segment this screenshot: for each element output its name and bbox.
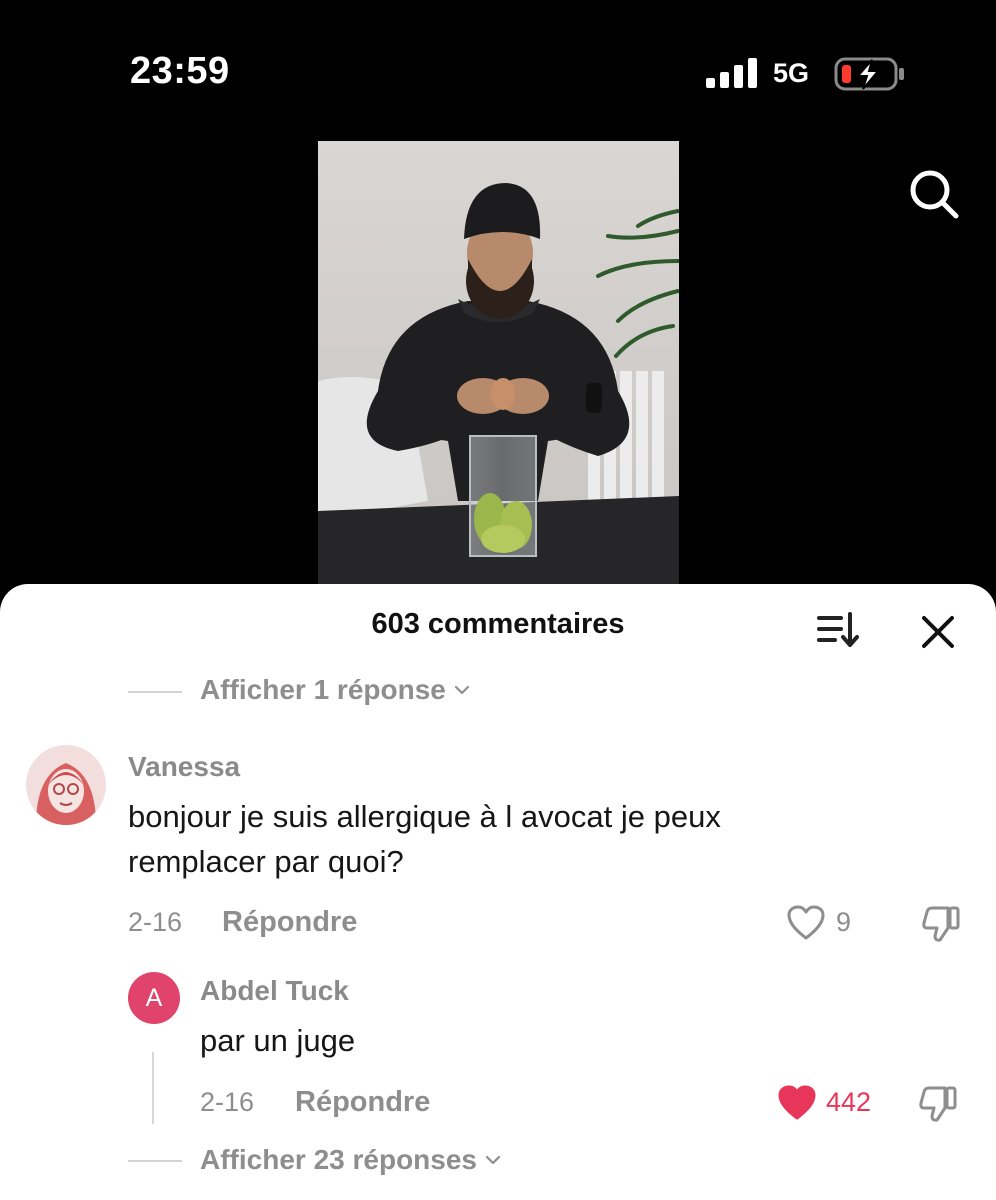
reply-text: par un juge: [200, 1023, 356, 1058]
comment-text-line: bonjour je suis allergique à l avocat je…: [128, 799, 721, 834]
reply-button[interactable]: Répondre: [295, 1086, 430, 1119]
close-icon[interactable]: [918, 612, 958, 652]
like-count: 9: [836, 907, 852, 937]
reply-date: 2-16: [200, 1087, 255, 1117]
heart-icon[interactable]: [786, 904, 826, 942]
network-label: 5G: [773, 58, 810, 88]
status-time: 23:59: [130, 50, 230, 92]
comment-text-line: remplacer par quoi?: [128, 844, 404, 879]
avatar[interactable]: A: [128, 972, 180, 1024]
reply-button[interactable]: Répondre: [222, 906, 357, 939]
replies-divider: [128, 1160, 182, 1162]
comment-date: 2-16: [128, 907, 183, 937]
sort-icon[interactable]: [815, 610, 861, 650]
heart-icon[interactable]: [777, 1084, 817, 1122]
show-replies-link[interactable]: Afficher 1 réponse: [200, 674, 472, 706]
search-icon[interactable]: [906, 166, 962, 222]
video-player[interactable]: [318, 141, 679, 584]
battery-charging-icon: [834, 57, 904, 91]
avatar[interactable]: [26, 745, 106, 825]
thread-line: [152, 1052, 154, 1124]
status-bar: 23:59 5G: [0, 0, 996, 140]
avatar-letter: A: [145, 983, 163, 1012]
comments-sheet: 603 commentaires Afficher 1 réponse Vane…: [0, 584, 996, 1200]
chevron-down-icon: [485, 1155, 501, 1165]
reply-username[interactable]: Abdel Tuck: [200, 975, 349, 1007]
dislike-icon[interactable]: [920, 904, 962, 944]
show-replies-label: Afficher 23 réponses: [200, 1144, 477, 1175]
like-count: 442: [826, 1087, 872, 1117]
comment-username[interactable]: Vanessa: [128, 751, 240, 783]
video-frame: [318, 141, 679, 584]
show-replies-link[interactable]: Afficher 23 réponses: [200, 1144, 503, 1176]
show-replies-label: Afficher 1 réponse: [200, 674, 446, 705]
signal-icon: [706, 58, 757, 88]
replies-divider: [128, 691, 182, 693]
comment-text: bonjour je suis allergique à l avocat je…: [128, 794, 721, 884]
dislike-icon[interactable]: [917, 1084, 959, 1124]
chevron-down-icon: [454, 685, 469, 695]
